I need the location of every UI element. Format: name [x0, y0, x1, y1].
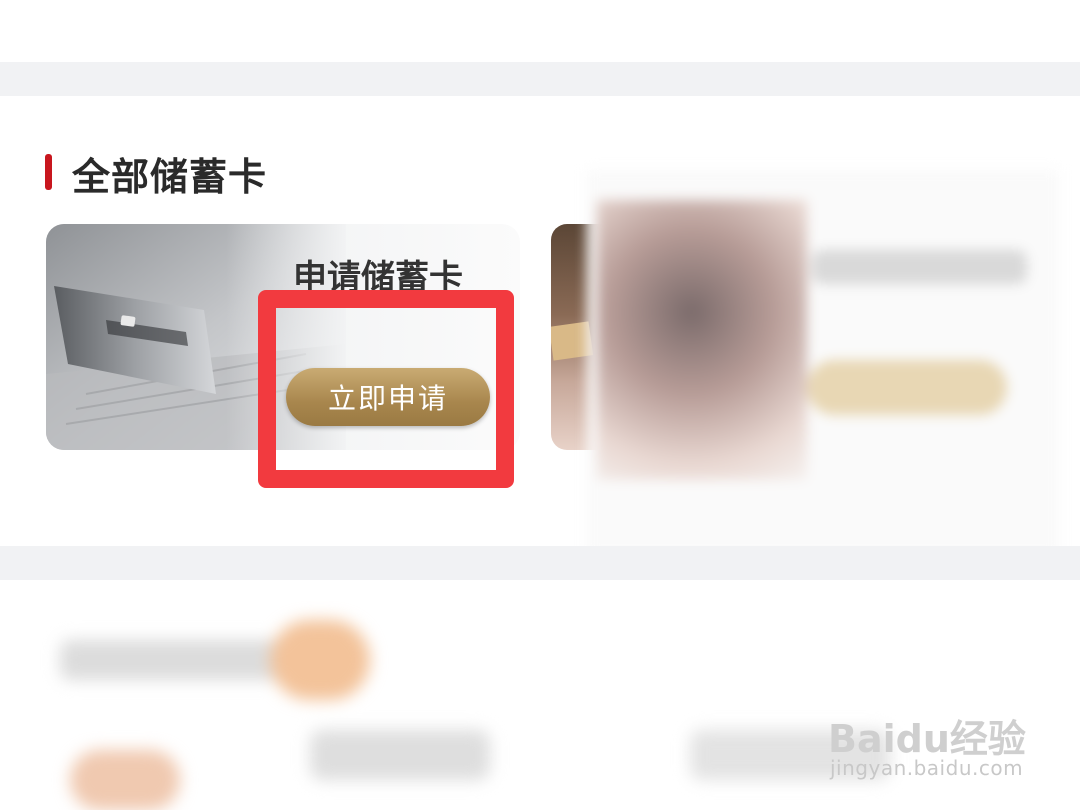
baidu-watermark: Baidu经验 jingyan.baidu.com	[828, 696, 1028, 786]
highlight-box	[258, 290, 514, 488]
title-accent-bar	[45, 154, 52, 190]
section-divider-2	[0, 546, 1080, 580]
top-area	[0, 0, 1080, 62]
section-divider	[0, 62, 1080, 96]
watermark-url: jingyan.baidu.com	[830, 756, 1024, 780]
watermark-logo: Baidu经验	[828, 717, 1026, 761]
section-title: 全部储蓄卡	[72, 155, 268, 199]
blurred-card	[587, 170, 1059, 555]
